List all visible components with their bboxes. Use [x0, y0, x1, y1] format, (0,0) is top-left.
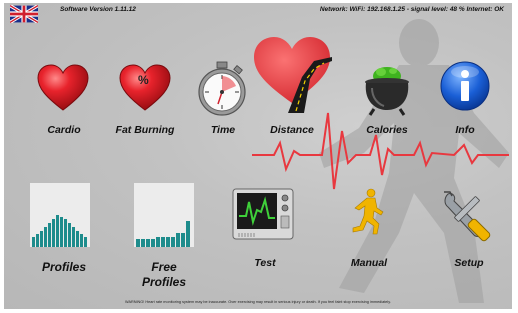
- software-version: Software Version 1.11.12: [60, 6, 136, 13]
- fat-burning-button[interactable]: % Fat Burning: [104, 58, 186, 143]
- safety-warning: WARNING! Heart rate monitoring system ma…: [125, 300, 391, 304]
- setup-label: Setup: [454, 257, 484, 269]
- fat-burning-label: Fat Burning: [115, 124, 175, 136]
- time-label: Time: [210, 124, 236, 136]
- profiles-button[interactable]: Profiles: [24, 183, 104, 283]
- info-button[interactable]: Info: [428, 58, 502, 143]
- heart-icon: [37, 64, 89, 111]
- info-icon: [440, 61, 490, 111]
- calories-button[interactable]: Calories: [350, 58, 424, 143]
- manual-label: Manual: [350, 257, 388, 269]
- runner-icon: [352, 188, 384, 235]
- heart-percent-icon: [119, 64, 171, 111]
- distance-button[interactable]: Distance: [250, 33, 334, 143]
- calories-label: Calories: [366, 124, 408, 136]
- cauldron-icon: [365, 67, 409, 116]
- setup-button[interactable]: Setup: [434, 188, 504, 283]
- cardio-label: Cardio: [47, 124, 81, 136]
- stopwatch-icon: [198, 61, 246, 116]
- free-profiles-label-line1: Free: [151, 260, 177, 274]
- manual-button[interactable]: Manual: [334, 188, 404, 283]
- free-profiles-chart-icon: [134, 183, 194, 247]
- test-button[interactable]: Test: [230, 188, 300, 283]
- screen: Software Version 1.11.12 Network: WiFi: …: [0, 0, 518, 313]
- profiles-chart-icon: [30, 183, 90, 247]
- profiles-label: Profiles: [41, 260, 86, 274]
- time-button[interactable]: Time: [188, 58, 258, 143]
- uk-flag-icon[interactable]: [10, 5, 38, 23]
- fat-burning-badge: %: [138, 73, 149, 87]
- distance-label: Distance: [270, 124, 314, 136]
- test-label: Test: [254, 257, 276, 269]
- cardio-button[interactable]: Cardio: [24, 58, 104, 143]
- heart-monitor-icon: [232, 188, 294, 240]
- free-profiles-label-line2: Profiles: [141, 275, 186, 289]
- main-menu-panel: Software Version 1.11.12 Network: WiFi: …: [4, 3, 512, 309]
- status-bar: Software Version 1.11.12 Network: WiFi: …: [4, 3, 512, 23]
- road-heart-icon: [254, 37, 332, 113]
- free-profiles-button[interactable]: Free Profiles: [124, 183, 204, 293]
- network-status: Network: WiFi: 192.168.1.25 - signal lev…: [319, 6, 504, 13]
- wrench-screwdriver-icon: [444, 191, 491, 242]
- info-label: Info: [455, 124, 475, 136]
